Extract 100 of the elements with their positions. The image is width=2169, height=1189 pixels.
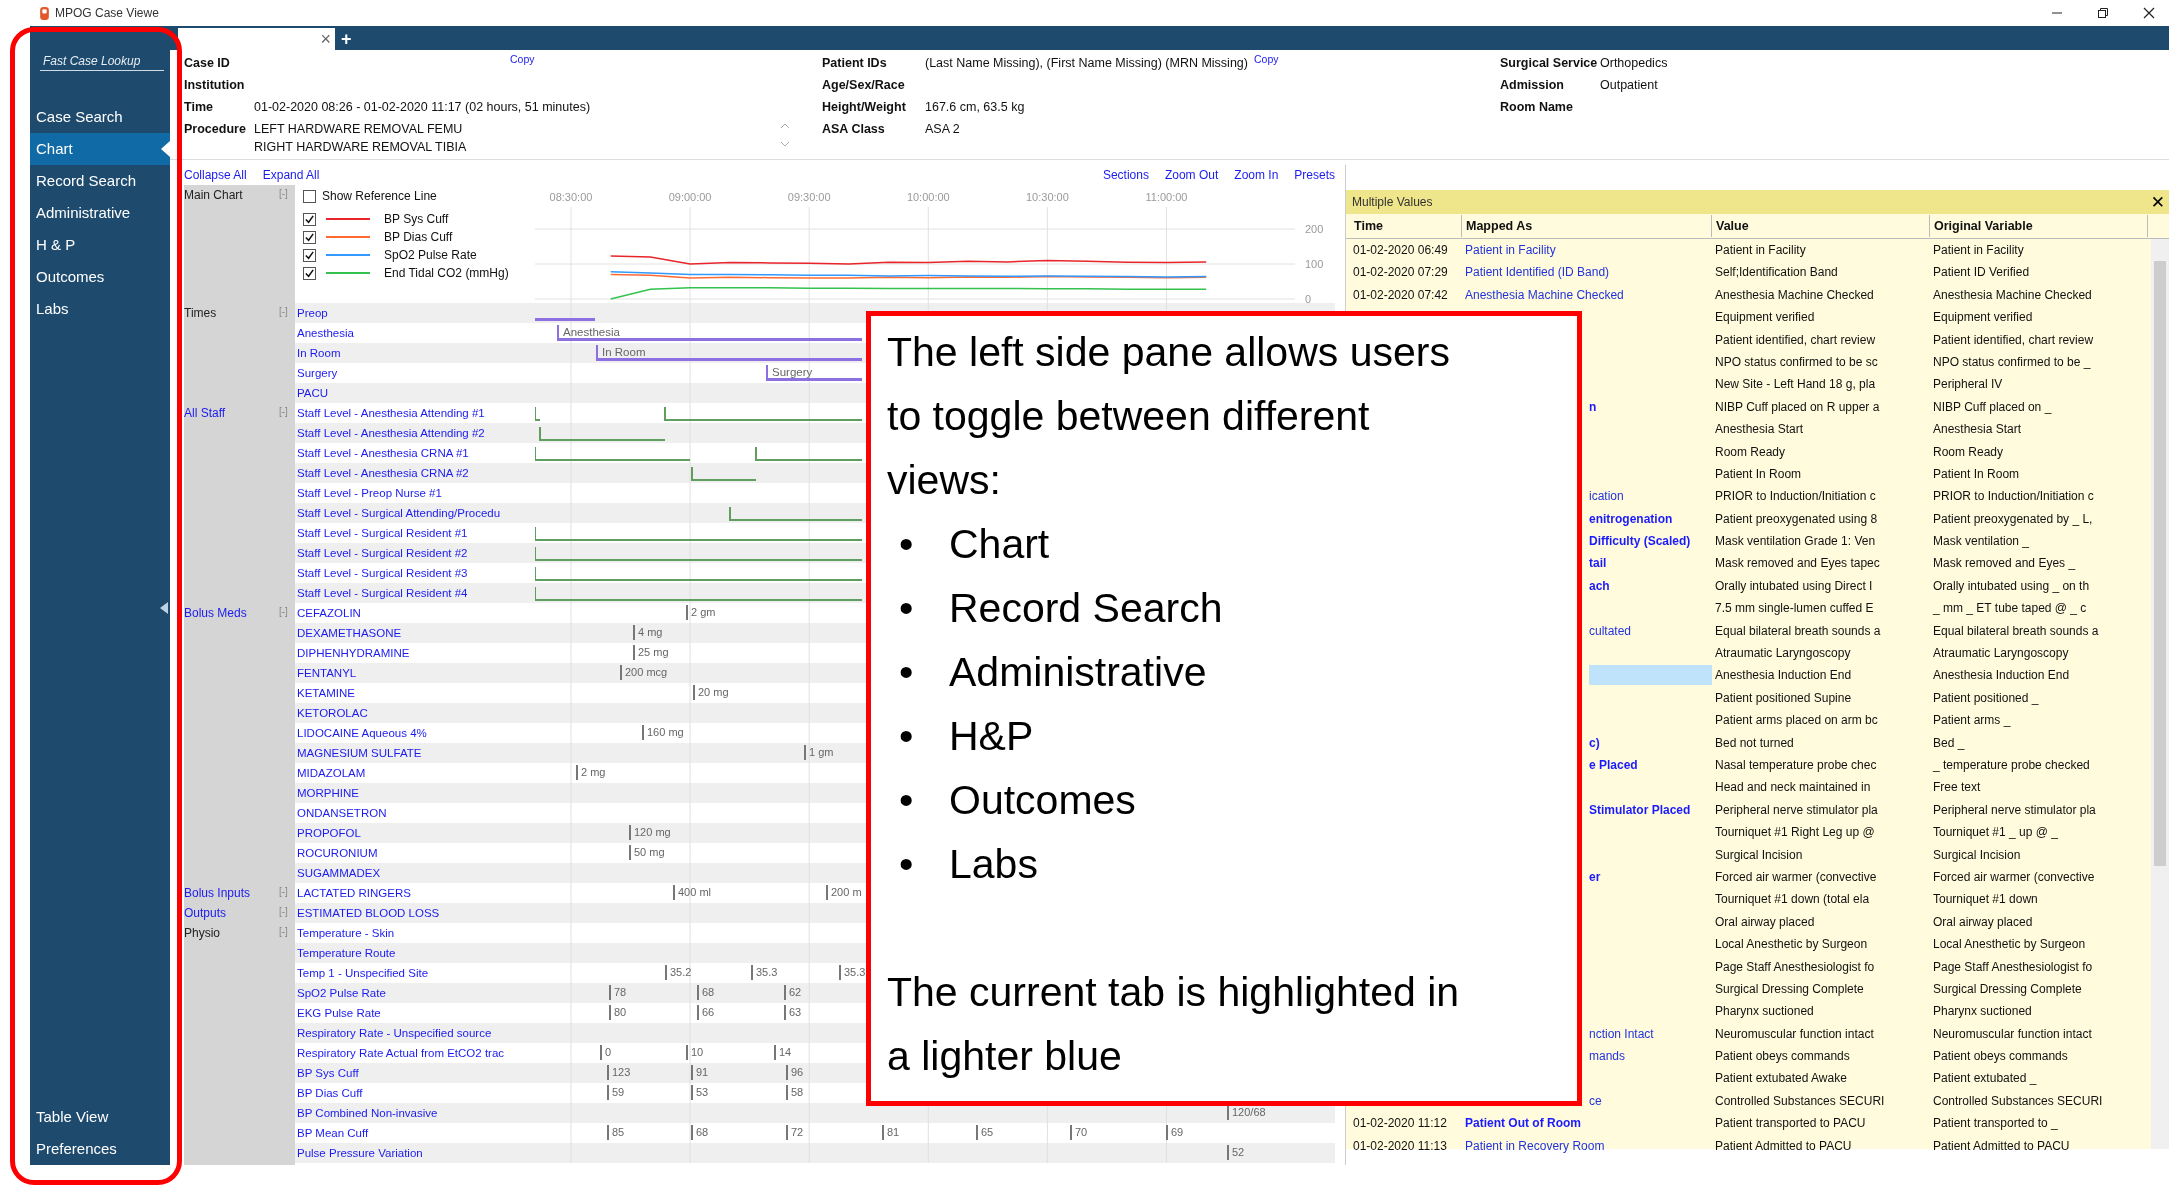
nav-item[interactable]: H & P <box>30 229 170 261</box>
mapped-link[interactable]: Stimulator Placed <box>1589 802 1691 817</box>
group-link[interactable]: All Staff <box>184 406 226 420</box>
scrollbar[interactable] <box>2151 239 2169 1149</box>
toolbar-link[interactable]: Zoom In <box>1234 168 1279 182</box>
row-link[interactable]: Temp 1 - Unspecified Site <box>295 967 429 979</box>
mapped-link[interactable]: enitrogenation <box>1589 511 1673 526</box>
nav-item[interactable]: Table View <box>30 1101 170 1133</box>
checkbox[interactable] <box>303 212 316 226</box>
row-link[interactable]: Surgery <box>295 367 338 379</box>
row-link[interactable]: PACU <box>295 387 329 399</box>
row-link[interactable]: BP Dias Cuff <box>295 1087 363 1099</box>
field-label: ASA Class <box>822 121 886 138</box>
nav-item[interactable]: Outcomes <box>30 261 170 293</box>
copy-link[interactable]: Copy <box>510 52 535 66</box>
mapped-link[interactable]: n <box>1589 399 1597 414</box>
row-link[interactable]: BP Mean Cuff <box>295 1127 369 1139</box>
row-link[interactable]: Staff Level - Anesthesia Attending #1 <box>295 407 485 419</box>
row-link[interactable]: Staff Level - Preop Nurse #1 <box>295 487 442 499</box>
row-link[interactable]: Staff Level - Anesthesia CRNA #1 <box>295 447 469 459</box>
row-link[interactable]: Respiratory Rate Actual from EtCO2 trac <box>295 1047 505 1059</box>
copy-link[interactable]: Copy <box>1253 52 1279 66</box>
group-link[interactable]: Bolus Inputs <box>184 886 251 900</box>
row-link[interactable]: LIDOCAINE Aqueous 4% <box>295 727 427 739</box>
mapped-link[interactable]: tail <box>1589 556 1607 571</box>
row-link[interactable]: KETOROLAC <box>295 707 368 719</box>
row-link[interactable]: CEFAZOLIN <box>295 607 361 619</box>
row-link[interactable]: BP Sys Cuff <box>295 1067 359 1079</box>
nav-item[interactable]: Case Search <box>30 101 170 133</box>
table-cell: Equipment verified <box>1933 310 2033 325</box>
checkbox[interactable] <box>303 189 316 203</box>
row-link[interactable]: DIPHENHYDRAMINE <box>295 647 410 659</box>
mapped-link[interactable]: Patient in Facility <box>1465 243 1556 257</box>
nav-item[interactable]: Chart <box>30 133 170 165</box>
toolbar-link[interactable]: Zoom Out <box>1164 168 1219 182</box>
row-link[interactable]: KETAMINE <box>295 687 355 699</box>
axis-label: 10:30:00 <box>1026 191 1069 203</box>
nav-item[interactable]: Preferences <box>30 1133 170 1165</box>
row-link[interactable]: In Room <box>295 347 341 359</box>
checkbox[interactable] <box>303 266 316 280</box>
row-link[interactable]: Preop <box>295 307 328 319</box>
selected-cell[interactable] <box>1589 665 1712 686</box>
column-header[interactable]: Original Variable <box>1930 215 2148 237</box>
row-link[interactable]: LACTATED RINGERS <box>295 887 411 899</box>
row-link[interactable]: ONDANSETRON <box>295 807 387 819</box>
table-cell: 01-02-2020 06:49 <box>1353 243 1448 257</box>
close-button[interactable]: ✕ <box>2146 192 2169 212</box>
restore-icon[interactable] <box>2097 7 2109 19</box>
table-cell: Patient arms _ <box>1933 713 2011 728</box>
mapped-link[interactable]: c) <box>1589 735 1600 750</box>
add-tab-button[interactable]: + <box>335 28 358 50</box>
expand-all-link[interactable]: Expand All <box>262 168 320 182</box>
mapped-link[interactable]: nction Intact <box>1589 1026 1654 1041</box>
group-link[interactable]: Outputs <box>184 906 227 920</box>
row-link[interactable]: Staff Level - Surgical Resident #1 <box>295 527 468 539</box>
mapped-link[interactable]: Difficulty (Scaled) <box>1589 534 1691 549</box>
mapped-link[interactable]: e Placed <box>1589 758 1638 772</box>
column-header[interactable]: Value <box>1712 215 1930 237</box>
field-value: Orthopedics <box>1600 55 1668 72</box>
mapped-link[interactable]: Patient in Recovery Room <box>1465 1138 1605 1153</box>
search-field[interactable]: Fast Case Lookup <box>40 52 164 71</box>
mapped-link[interactable]: Patient Out of Room <box>1465 1116 1581 1131</box>
mapped-link[interactable]: Anesthesia Machine Checked <box>1465 287 1624 302</box>
mapped-link[interactable]: ication <box>1589 489 1624 504</box>
nav-item[interactable]: Administrative <box>30 197 170 229</box>
mapped-link[interactable]: ce <box>1589 1093 1602 1108</box>
mapped-link[interactable]: mands <box>1589 1049 1626 1064</box>
row-link[interactable]: EKG Pulse Rate <box>295 1007 381 1019</box>
collapse-arrow-icon[interactable] <box>160 602 168 614</box>
nav-item[interactable]: Labs <box>30 293 170 325</box>
axis-label: 200 <box>1305 223 1324 235</box>
table-cell: NIBP Cuff placed on R upper a <box>1715 399 1880 414</box>
checkbox[interactable] <box>303 248 316 262</box>
case-tab[interactable]: × <box>178 28 335 50</box>
table-cell: Peripheral nerve stimulator pla <box>1933 802 2096 817</box>
column-header[interactable]: Mapped As <box>1462 215 1712 237</box>
row-link[interactable]: FENTANYL <box>295 667 357 679</box>
row-link[interactable]: Staff Level - Surgical Resident #3 <box>295 567 468 579</box>
table-cell: _ mm _ ET tube taped @ _ c <box>1933 601 2087 616</box>
mapped-link[interactable]: cultated <box>1589 623 1632 638</box>
collapse-all-link[interactable]: Collapse All <box>184 168 247 182</box>
row-link[interactable]: Anesthesia <box>295 327 354 339</box>
toolbar-link[interactable]: Sections <box>1102 168 1149 182</box>
row-link[interactable]: ROCURONIUM <box>295 847 378 859</box>
row-link[interactable]: MORPHINE <box>295 787 359 799</box>
mapped-link[interactable]: er <box>1589 869 1601 884</box>
bullet-text: Chart <box>949 520 1050 569</box>
group-link[interactable]: Bolus Meds <box>184 606 247 620</box>
close-icon[interactable] <box>2143 7 2155 19</box>
close-tab-button[interactable]: × <box>316 30 335 48</box>
bullet-mark: • <box>898 712 915 761</box>
row-link[interactable]: MIDAZOLAM <box>295 767 366 779</box>
checkbox[interactable] <box>303 230 316 244</box>
column-header[interactable]: Time <box>1350 215 1462 237</box>
mapped-link[interactable]: ach <box>1589 578 1610 593</box>
mapped-link[interactable]: Patient Identified (ID Band) <box>1465 265 1610 280</box>
nav-item[interactable]: Record Search <box>30 165 170 197</box>
row-link[interactable]: PROPOFOL <box>295 827 361 839</box>
toolbar-link[interactable]: Presets <box>1294 168 1335 182</box>
row-link[interactable]: Temperature - Skin <box>295 927 395 939</box>
